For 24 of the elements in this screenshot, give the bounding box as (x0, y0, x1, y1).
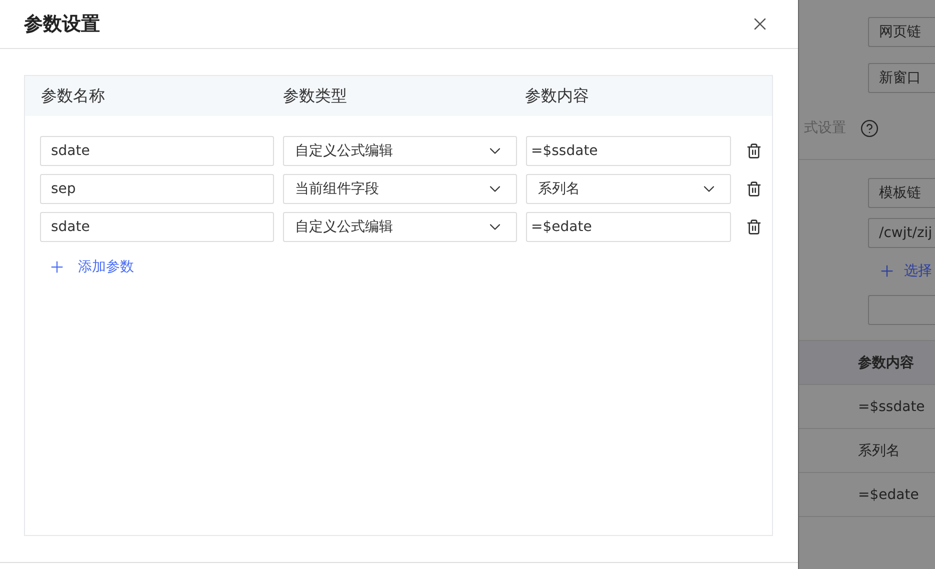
content-select[interactable]: 系列名 (526, 174, 731, 204)
delete-icon[interactable] (746, 143, 762, 159)
template-path-field: /cwjt/zij (868, 218, 935, 248)
column-header: 参数名称 (41, 86, 106, 106)
add-parameter-button[interactable]: 添加参数 (40, 250, 134, 276)
delete-icon[interactable] (746, 181, 762, 197)
table-cell: =$edate (799, 473, 935, 517)
content-input[interactable]: =$ssdate (526, 136, 731, 166)
name-input[interactable]: sdate (40, 212, 274, 242)
table-cell: =$ssdate (799, 385, 935, 429)
type-select[interactable]: 自定义公式编辑 (283, 136, 517, 166)
empty-field (868, 295, 935, 325)
table-header: 参数内容 (799, 340, 935, 385)
type-select[interactable]: 当前组件字段 (283, 174, 517, 204)
column-header: 参数内容 (525, 86, 590, 106)
content-input[interactable]: =$edate (526, 212, 731, 242)
delete-icon[interactable] (746, 219, 762, 235)
table-cell: 系列名 (799, 429, 935, 473)
name-input[interactable]: sep (40, 174, 274, 204)
type-select[interactable]: 自定义公式编辑 (283, 212, 517, 242)
help-icon (860, 118, 879, 138)
dialog-title: 参数设置 (24, 12, 100, 37)
column-header: 参数类型 (283, 86, 348, 106)
name-input[interactable]: sdate (40, 136, 274, 166)
